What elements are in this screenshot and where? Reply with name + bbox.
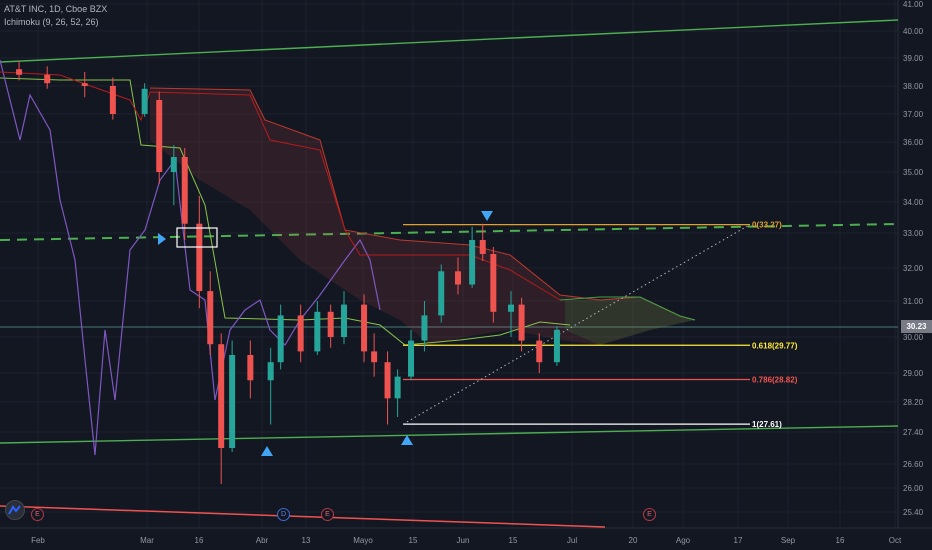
price-tick-label: 41.00: [903, 0, 924, 9]
candle-body: [277, 315, 284, 363]
candle-body: [297, 315, 304, 352]
up-arrow-marker: [401, 435, 413, 445]
down-arrow-marker: [481, 211, 493, 221]
candle-body: [44, 74, 51, 84]
upper-channel-line: [0, 19, 899, 63]
tradingview-logo-icon[interactable]: [5, 500, 25, 520]
candle-body: [469, 240, 476, 285]
candle-body: [314, 311, 321, 352]
price-tick-label: 27.40: [903, 428, 924, 437]
last-price-badge: 30.23: [901, 320, 932, 333]
candle-body: [327, 311, 334, 337]
candle-body: [247, 355, 254, 381]
time-tick-label: Jun: [457, 536, 470, 545]
price-tick-label: 35.00: [903, 168, 924, 177]
fib-level-label: 0.618(29.77): [752, 341, 798, 350]
price-tick-label: 36.00: [903, 138, 924, 147]
candle-body: [207, 291, 214, 345]
candle-body: [16, 69, 23, 75]
time-tick-label: Abr: [256, 536, 269, 545]
price-tick-label: 31.00: [903, 297, 924, 306]
indicator-label[interactable]: Ichimoku (9, 26, 52, 26): [4, 16, 107, 29]
time-tick-label: Mayo: [353, 536, 373, 545]
price-tick-label: 34.00: [903, 198, 924, 207]
candle-body: [553, 329, 560, 363]
candle-body: [518, 304, 525, 341]
candle-body: [361, 304, 368, 352]
price-tick-label: 33.00: [903, 229, 924, 238]
candle-body: [170, 157, 177, 172]
candle-body: [408, 340, 415, 377]
candle-body: [267, 362, 274, 381]
time-tick-label: 15: [409, 536, 418, 545]
candle-body: [109, 86, 116, 114]
candle-body: [229, 355, 236, 448]
candle-body: [181, 157, 188, 224]
price-tick-label: 37.00: [903, 110, 924, 119]
bottom-red-trendline: [0, 505, 606, 528]
candle-body: [536, 340, 543, 363]
price-tick-label: 40.00: [903, 27, 924, 36]
price-tick-label: 26.60: [903, 460, 924, 469]
candle-body: [371, 351, 378, 363]
time-tick-label: 16: [836, 536, 845, 545]
candle-body: [508, 304, 514, 312]
time-tick-label: Sep: [781, 536, 796, 545]
up-arrow-marker: [261, 446, 273, 456]
earnings-event-icon[interactable]: E: [321, 508, 334, 521]
price-tick-label: 32.00: [903, 264, 924, 273]
candle-body: [196, 223, 203, 292]
time-tick-label: 20: [629, 536, 638, 545]
candle-body: [218, 344, 225, 448]
candle-body: [490, 254, 497, 312]
earnings-event-icon[interactable]: E: [31, 508, 44, 521]
price-tick-label: 25.40: [903, 508, 924, 517]
candle-body: [81, 83, 88, 86]
time-tick-label: 15: [509, 536, 518, 545]
earnings-event-icon[interactable]: E: [643, 508, 656, 521]
time-tick-label: Feb: [31, 536, 45, 545]
time-tick-label: 13: [302, 536, 311, 545]
candle-body: [156, 100, 163, 172]
fib-level-label: 1(27.61): [752, 420, 782, 429]
price-tick-label: 39.00: [903, 54, 924, 63]
time-tick-label: Oct: [889, 536, 902, 545]
candle-body: [341, 304, 347, 337]
candle-body: [455, 271, 461, 285]
future-cloud: [565, 297, 695, 345]
candle-body: [384, 362, 391, 399]
time-tick-label: Jul: [567, 536, 577, 545]
candle-body: [141, 88, 148, 114]
right-arrow-marker: [158, 233, 166, 245]
dividend-event-icon[interactable]: D: [277, 508, 290, 521]
price-chart[interactable]: 41.00 40.00 39.00 38.00 37.00 36.00 35.00 34.00…: [0, 0, 932, 550]
time-tick-label: Mar: [140, 536, 154, 545]
candle-body: [394, 376, 401, 399]
time-tick-label: Ago: [676, 536, 691, 545]
price-tick-label: 29.00: [903, 369, 924, 378]
price-tick-label: 30.00: [903, 333, 924, 342]
price-tick-label: 28.20: [903, 398, 924, 407]
price-tick-label: 38.00: [903, 82, 924, 91]
fib-level-label: 0.786(28.82): [752, 376, 798, 385]
chart-legend: AT&T INC, 1D, Cboe BZX Ichimoku (9, 26, …: [4, 3, 107, 29]
candle-body: [421, 315, 428, 341]
price-tick-label: 26.00: [903, 484, 924, 493]
candle-body: [438, 271, 445, 316]
symbol-label[interactable]: AT&T INC, 1D, Cboe BZX: [4, 3, 107, 16]
time-tick-label: 17: [734, 536, 743, 545]
candle-body: [479, 240, 486, 254]
time-tick-label: 16: [195, 536, 204, 545]
fib-level-label: 0(33.27): [752, 221, 782, 230]
